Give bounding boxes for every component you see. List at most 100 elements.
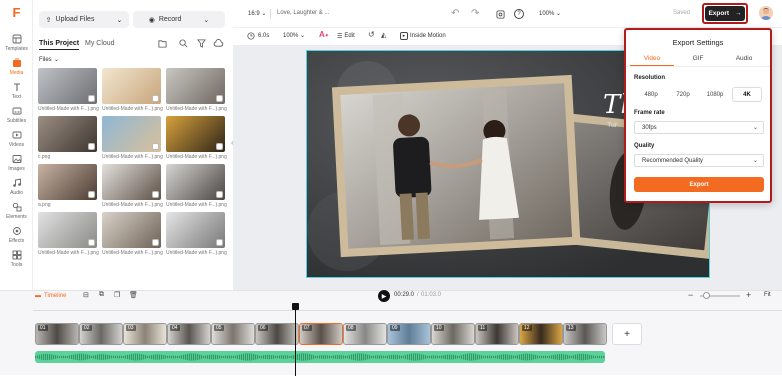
timeline-clip[interactable]: 13 [563,323,607,345]
added-check[interactable] [216,143,223,150]
redo-icon[interactable]: ↷ [471,8,479,19]
aspect-ratio-select[interactable]: 16:9 ⌄ [248,10,266,17]
rotate-icon[interactable]: ↺ [368,30,375,39]
added-check[interactable] [88,95,95,102]
timeline-clip[interactable]: 10 [431,323,475,345]
rail-item-templates[interactable]: Templates [0,31,33,55]
resolution-option-4k[interactable]: 4K [733,88,761,101]
export-confirm-button[interactable]: Export [634,177,764,192]
timeline-toggle[interactable]: ▬ Timeline [35,290,66,302]
app-logo[interactable]: F [9,5,24,20]
zoom-slider-handle[interactable] [703,292,710,299]
cloud-upload-icon[interactable] [212,38,224,48]
added-check[interactable] [216,191,223,198]
rail-item-text[interactable]: Text [0,79,33,103]
undo-icon[interactable]: ↶ [451,8,459,19]
zoom-out-icon[interactable]: − [688,290,693,300]
media-thumbnail[interactable] [166,116,225,152]
flip-icon[interactable]: ◭ [381,31,386,39]
record-button[interactable]: ◉ Record ⌄ [133,11,225,28]
duration-control[interactable]: 6.0s [247,30,269,42]
added-check[interactable] [152,191,159,198]
timeline-clip[interactable]: 05 [211,323,255,345]
delete-icon[interactable]: 🗑 [129,291,138,299]
added-check[interactable] [88,143,95,150]
media-thumbnail[interactable] [166,68,225,104]
trim-icon[interactable]: ⧉ [99,291,104,299]
export-tab-audio[interactable]: Audio [722,55,766,65]
inside-motion-button[interactable]: ▸ Inside Motion [400,30,446,42]
rail-item-videos[interactable]: Videos [0,127,33,151]
help-icon[interactable]: ? [514,9,524,19]
project-title[interactable]: Love, Laughter & ... [277,10,329,16]
chevron-down-icon[interactable]: ⌄ [54,56,59,63]
added-check[interactable] [216,239,223,246]
screenshot-icon[interactable] [495,9,505,19]
edit-button[interactable]: ☰ Edit [337,30,355,42]
add-clip-button[interactable]: + [612,323,642,345]
export-button[interactable]: Export → [705,6,745,21]
resolution-option-720p[interactable]: 720p [669,88,697,101]
media-thumbnail[interactable] [38,68,97,104]
added-check[interactable] [216,95,223,102]
audio-track[interactable] [35,351,605,363]
timeline-clip[interactable]: 11 [475,323,519,345]
media-thumbnail[interactable] [102,116,161,152]
zoom-slider[interactable] [700,292,740,299]
media-thumbnail[interactable] [38,164,97,200]
added-check[interactable] [88,191,95,198]
export-tab-gif[interactable]: GIF [676,55,720,65]
media-thumbnail[interactable] [166,164,225,200]
added-check[interactable] [152,143,159,150]
timeline-clip[interactable]: 08 [343,323,387,345]
rail-item-subtitles[interactable]: Subtitles [0,103,33,127]
zoom-select[interactable]: 100% ⌄ [539,10,561,17]
clip-zoom-select[interactable]: 100% ⌄ [283,32,305,39]
media-thumbnail[interactable] [102,212,161,248]
avatar[interactable] [759,6,773,20]
rail-item-images[interactable]: Images [0,151,33,175]
rail-item-audio[interactable]: Audio [0,175,33,199]
resolution-option-480p[interactable]: 480p [637,88,665,101]
fit-button[interactable]: Fit [764,292,771,298]
media-thumbnail[interactable] [102,164,161,200]
split-icon[interactable]: ⊟ [83,291,89,299]
timeline-clip[interactable]: 09 [387,323,431,345]
play-button[interactable]: ▶ [378,290,390,302]
media-thumbnail[interactable] [38,212,97,248]
media-thumbnail[interactable] [38,116,97,152]
divider [270,9,271,19]
playhead-handle[interactable] [292,303,299,310]
search-icon[interactable] [178,38,188,48]
tab-this-project[interactable]: This Project [39,40,80,50]
added-check[interactable] [152,95,159,102]
rail-item-media[interactable]: Media [0,55,33,79]
timeline-clip[interactable]: 06 [255,323,299,345]
filter-icon[interactable] [196,38,206,48]
zoom-in-icon[interactable]: + [746,290,751,300]
duplicate-icon[interactable]: ❐ [114,291,120,299]
tab-my-cloud[interactable]: My Cloud [85,40,115,47]
rail-item-elements[interactable]: Elements [0,199,33,223]
collapse-panel-handle[interactable]: ‹ [231,138,237,152]
resolution-option-1080p[interactable]: 1080p [701,88,729,101]
playhead[interactable] [292,303,299,376]
ai-magic-icon[interactable]: A✦ [319,30,329,39]
export-tab-video[interactable]: Video [630,55,674,66]
timeline-clip[interactable]: 02 [79,323,123,345]
media-thumbnail[interactable] [166,212,225,248]
frame-rate-select[interactable]: 30fps ⌄ [634,121,764,134]
added-check[interactable] [152,239,159,246]
added-check[interactable] [88,239,95,246]
timeline-clip[interactable]: 07 [299,323,343,345]
quality-select[interactable]: Recommended Quality ⌄ [634,154,764,167]
timeline-clip[interactable]: 04 [167,323,211,345]
timeline-clip[interactable]: 01 [35,323,79,345]
rail-item-effects[interactable]: Effects [0,223,33,247]
media-thumbnail[interactable] [102,68,161,104]
timeline-clip[interactable]: 12 [519,323,563,345]
timeline-clip[interactable]: 03 [123,323,167,345]
upload-files-button[interactable]: ⇪ Upload Files ⌄ [39,11,129,28]
new-folder-icon[interactable] [157,38,167,48]
rail-item-tools[interactable]: Tools [0,247,33,271]
